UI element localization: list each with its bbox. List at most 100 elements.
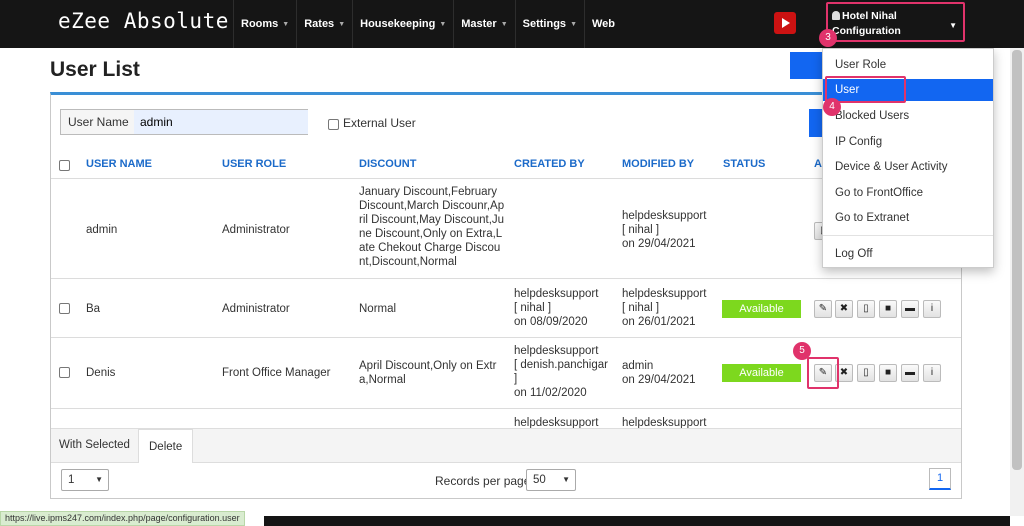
menu-item-device-user-activity[interactable]: Device & User Activity — [823, 156, 993, 178]
row1-modified-line: helpdesksupport — [622, 210, 707, 222]
menu-item-ip-config[interactable]: IP Config — [823, 131, 993, 153]
pagination-page[interactable]: 1 — [929, 468, 951, 490]
page-select[interactable]: 1 ▼ — [61, 469, 109, 491]
external-user-checkbox[interactable] — [328, 119, 339, 130]
menu-item-blocked-users[interactable]: Blocked Users — [823, 105, 993, 127]
row1-discount-line: January Discount,February — [359, 186, 498, 198]
row3-comment-icon[interactable]: ▬ — [901, 364, 919, 382]
chevron-down-icon: ▼ — [338, 20, 346, 28]
row1-discount-line: nt,Discount,Normal — [359, 256, 457, 268]
chevron-down-icon: ▼ — [439, 20, 447, 28]
row3-info-icon[interactable]: i — [923, 364, 941, 382]
row3-created-line: ] — [514, 373, 518, 385]
row2-edit-icon[interactable]: ✎ — [814, 300, 832, 318]
row1-discount-line: ril Discount,May Discount,Ju — [359, 214, 505, 226]
row3-mobile-icon[interactable]: ▯ — [857, 364, 875, 382]
col-header-createdby[interactable]: CREATED BY — [514, 158, 585, 170]
nav-master-label: Master — [461, 18, 497, 30]
row2-checkbox[interactable] — [59, 303, 70, 314]
row3-created-line: on 11/02/2020 — [514, 387, 587, 399]
menu-item-go-to-extranet[interactable]: Go to Extranet — [823, 207, 993, 229]
nav-settings[interactable]: Settings ▼ — [514, 0, 584, 48]
row2-lock-icon[interactable]: ■ — [879, 300, 897, 318]
row2-modified-line: [ nihal ] — [622, 302, 660, 314]
row2-modified-line: helpdesksupport — [622, 288, 707, 300]
bottom-bar — [264, 516, 1010, 526]
chevron-down-icon: ▼ — [570, 20, 577, 28]
row3-checkbox[interactable] — [59, 367, 70, 378]
nav-housekeeping[interactable]: Housekeeping ▼ — [352, 0, 453, 48]
row2-mobile-icon[interactable]: ▯ — [857, 300, 875, 318]
col-header-status[interactable]: STATUS — [723, 158, 765, 170]
step-marker: 4 — [823, 98, 841, 116]
col-header-discount[interactable]: DISCOUNT — [359, 158, 416, 170]
row3-discount-line: a,Normal — [359, 374, 406, 386]
chevron-down-icon: ▼ — [500, 20, 508, 28]
account-section: Configuration — [832, 25, 901, 37]
row1-userrole: Administrator — [222, 224, 290, 236]
row1-discount-line: Discount,March Discounr,Ap — [359, 200, 505, 212]
chevron-down-icon: ▼ — [282, 20, 290, 28]
col-header-userrole[interactable]: USER ROLE — [222, 158, 286, 170]
external-user-label: External User — [343, 116, 416, 130]
row2-created-line: [ nihal ] — [514, 302, 552, 314]
nav-web[interactable]: Web — [584, 0, 622, 48]
nav-web-label: Web — [592, 18, 616, 30]
row3-modifiedby: admin on 29/04/2021 — [622, 359, 696, 387]
with-selected-label: With Selected — [59, 439, 130, 451]
col-header-actions: A — [814, 158, 822, 170]
select-all-checkbox[interactable] — [59, 160, 70, 171]
row2-username: Ba — [86, 303, 101, 315]
row1-discount: January Discount,February Discount,March… — [359, 185, 504, 269]
row2-info-icon[interactable]: i — [923, 300, 941, 318]
row2-status-badge: Available — [722, 300, 801, 318]
menu-divider — [823, 235, 993, 236]
row3-status-badge: Available — [722, 364, 801, 382]
row2-created-line: helpdesksupport — [514, 288, 599, 300]
row3-userrole: Front Office Manager — [222, 367, 331, 379]
row1-username: admin — [86, 224, 118, 236]
row-divider — [51, 337, 961, 338]
menu-item-go-to-frontoffice[interactable]: Go to FrontOffice — [823, 182, 993, 204]
step-marker: 5 — [793, 342, 811, 360]
hotel-name: Hotel Nihal — [832, 9, 963, 24]
row2-discount: Normal — [359, 303, 397, 315]
scrollbar-thumb[interactable] — [1012, 50, 1022, 470]
records-per-page-select[interactable]: 50 ▼ — [526, 469, 576, 491]
row3-created-line: helpdesksupport — [514, 345, 599, 357]
row3-createdby: helpdesksupport [ denish.panchigar ] on … — [514, 344, 608, 400]
brand-logo[interactable]: eZee Absolute — [58, 9, 229, 33]
records-per-page-value: 50 — [533, 474, 546, 486]
page-title: User List — [50, 58, 140, 81]
row2-modifiedby: helpdesksupport [ nihal ] on 26/01/2021 — [622, 287, 706, 329]
menu-item-user-role[interactable]: User Role — [823, 54, 993, 76]
nav-rooms[interactable]: Rooms ▼ — [233, 0, 296, 48]
highlight-edit-button — [807, 357, 839, 389]
nav-master[interactable]: Master ▼ — [453, 0, 514, 48]
row-divider — [51, 408, 961, 409]
chevron-down-icon: ▼ — [95, 475, 103, 484]
row2-delete-icon[interactable]: ✖ — [835, 300, 853, 318]
row3-discount: April Discount,Only on Extr a,Normal — [359, 359, 496, 387]
row1-discount-line: ate Chekout Charge Discou — [359, 242, 501, 254]
menu-item-log-off[interactable]: Log Off — [823, 243, 993, 265]
nav-rates-label: Rates — [304, 18, 335, 30]
row-divider — [51, 278, 961, 279]
row2-created-line: on 08/09/2020 — [514, 316, 588, 328]
user-icon — [832, 11, 840, 20]
account-dropdown[interactable]: Hotel Nihal Configuration ▼ — [826, 2, 965, 42]
row1-modifiedby: helpdesksupport [ nihal ] on 29/04/2021 — [622, 209, 706, 251]
username-search-input[interactable] — [134, 110, 308, 134]
col-header-username[interactable]: USER NAME — [86, 158, 152, 170]
youtube-icon[interactable] — [774, 12, 796, 34]
row2-comment-icon[interactable]: ▬ — [901, 300, 919, 318]
top-navbar: eZee Absolute Rooms ▼ Rates ▼ Housekeeping… — [0, 0, 1024, 48]
col-header-modifiedby[interactable]: MODIFIED BY — [622, 158, 694, 170]
row3-lock-icon[interactable]: ■ — [879, 364, 897, 382]
delete-selected-button[interactable]: Delete — [138, 429, 194, 463]
row1-discount-line: ne Discount,Only on Extra,L — [359, 228, 503, 240]
row3-discount-line: April Discount,Only on Extr — [359, 360, 497, 372]
row1-modified-line: on 29/04/2021 — [622, 238, 696, 250]
nav-rates[interactable]: Rates ▼ — [296, 0, 352, 48]
page-select-value: 1 — [68, 474, 75, 486]
